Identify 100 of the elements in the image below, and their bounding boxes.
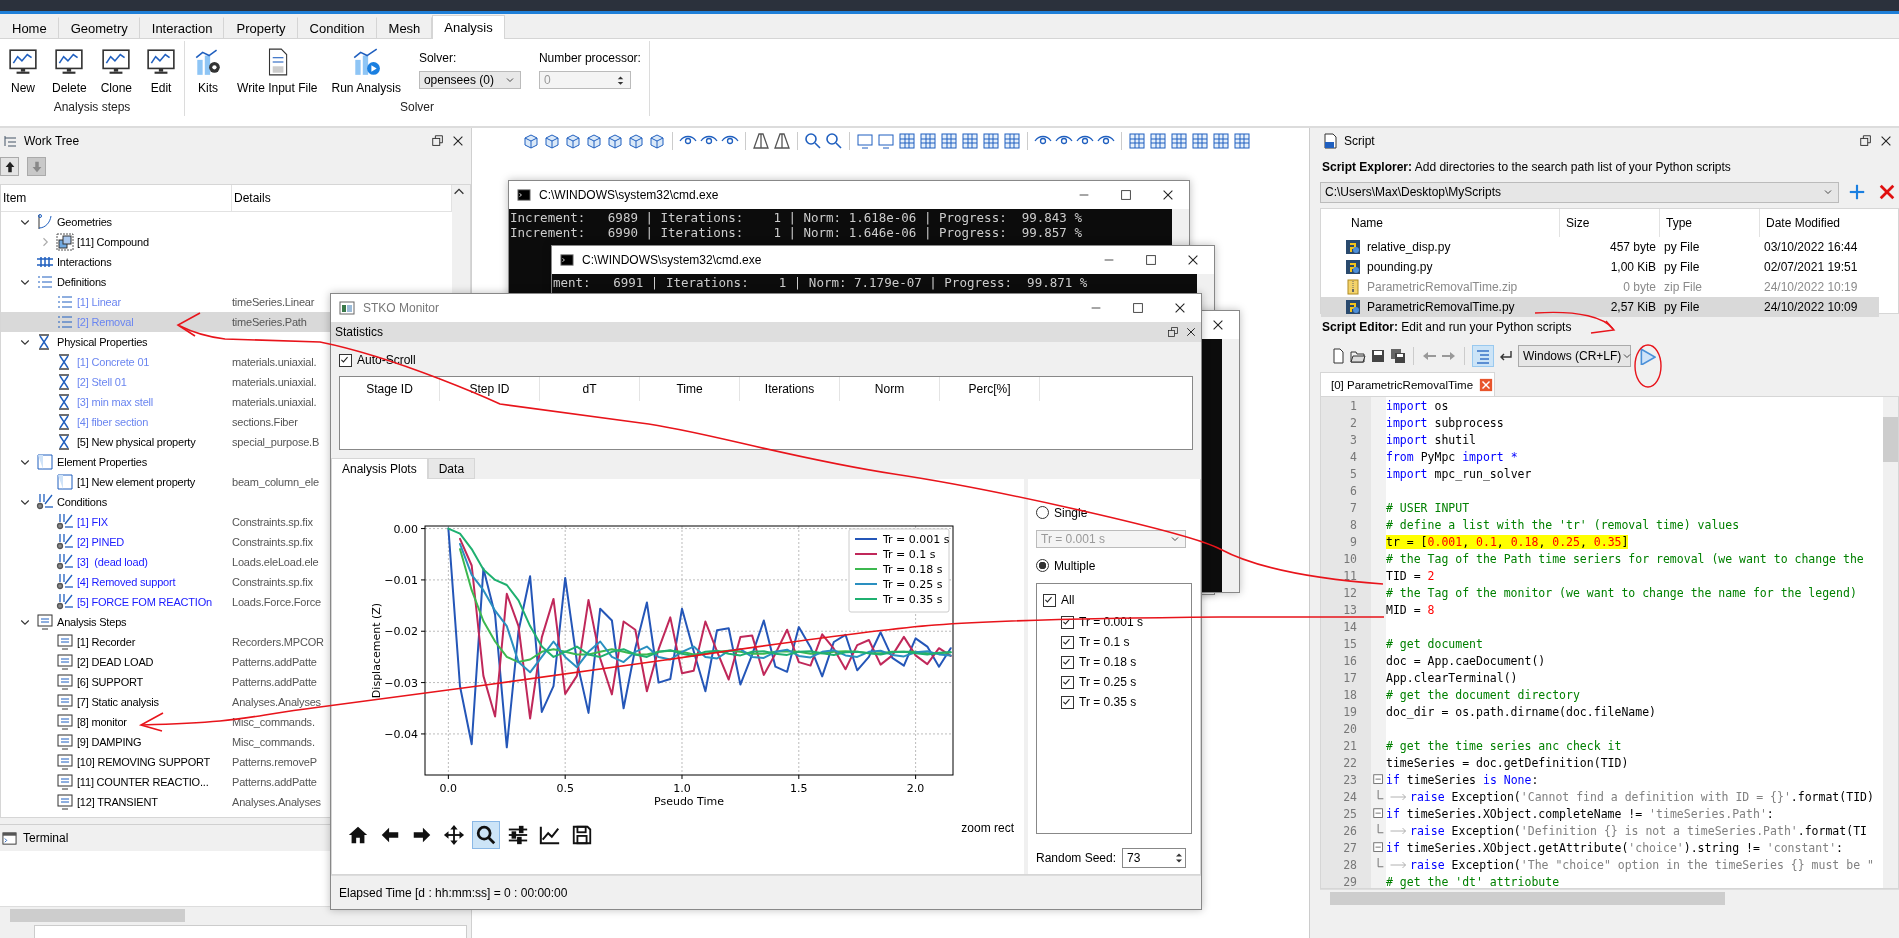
tree-item-label: [1] Concrete 01: [77, 356, 150, 368]
window-title: C:\WINDOWS\system32\cmd.exe: [539, 188, 720, 202]
tree-item-label: [10] REMOVING SUPPORT: [77, 756, 211, 768]
line-number: 25: [1342, 805, 1358, 822]
checkbox-label: Tr = 0.35 s: [1079, 695, 1137, 710]
tree-item-details: materials.uniaxial.: [232, 396, 317, 408]
tree-item-details: Constraints.sp.fix: [232, 536, 313, 548]
tree-item-label: Physical Properties: [57, 336, 148, 348]
line-number: 23: [1342, 771, 1358, 788]
line-number: 24: [1342, 788, 1358, 805]
console-line: Increment: 6990 | Iterations: 1 | Norm: 1.646e-06 | Progress: 99.857 %: [510, 225, 1083, 240]
tree-item-label: [5] FORCE FOM REACTIOn: [77, 596, 212, 608]
tree-item-label: [11] COUNTER REACTIO...: [77, 776, 209, 788]
tree-item-details: sections.Fiber: [232, 416, 298, 428]
file-size: 2,57 KiB: [1609, 300, 1657, 314]
line-number: 8: [1349, 516, 1358, 533]
tree-item-details: beam_column_ele: [232, 476, 319, 488]
field-label: Random Seed:: [1036, 851, 1117, 865]
code-line: from PyMpc import *: [1386, 449, 1518, 464]
tree-item-label: [3] (dead load): [77, 556, 148, 568]
checkbox-label: Tr = 0.25 s: [1079, 675, 1137, 690]
file-size: 0 byte: [1622, 280, 1657, 294]
x-tick-label: 0.5: [556, 782, 574, 795]
tree-item-label: Element Properties: [57, 456, 147, 468]
code-line: TID = 2: [1386, 568, 1435, 583]
console-line: ment: 6991 | Iterations: 1 | Norm: 7.179e-07 | Progress: 99.871 %: [553, 275, 1089, 290]
tree-item-label: Definitions: [57, 276, 107, 288]
ribbon-group-label: Solver: [400, 100, 434, 114]
code-line: import mpc_run_solver: [1386, 466, 1532, 481]
tree-item-label: [2] PINED: [77, 536, 125, 548]
code-line: # the Tag of the monitor (we want to change the name for the legend): [1386, 585, 1857, 600]
checkbox-label: Tr = 0.18 s: [1079, 655, 1137, 670]
file-size: 457 byte: [1608, 240, 1657, 254]
line-number: 14: [1342, 618, 1358, 635]
tree-item-label: [1] New element property: [77, 476, 196, 488]
tree-item-label: [8] monitor: [77, 716, 127, 728]
file-size: 1,00 KiB: [1609, 260, 1657, 274]
tree-item-label: Geometries: [57, 216, 112, 228]
code-line: # get the 'dt' attriobute: [1386, 874, 1560, 889]
line-number: 17: [1342, 669, 1358, 686]
code-line: # the Tag of the Path time seriers for removal (we want to change the: [1386, 551, 1864, 566]
line-number: 22: [1342, 754, 1358, 771]
code-line: import shutil: [1386, 432, 1476, 447]
tree-item-details: materials.uniaxial.: [232, 376, 317, 388]
tree-item-details: Loads.Force.Force: [232, 596, 321, 608]
panel-title: Script: [1344, 134, 1375, 148]
tree-item-label: [4] fiber section: [77, 416, 149, 428]
tree-item-label: [6] SUPPORT: [77, 676, 144, 688]
section-label: Script Editor: Edit and run your Python scripts: [1321, 319, 1573, 336]
panel-title: Work Tree: [24, 134, 80, 148]
line-number: 18: [1342, 686, 1358, 703]
file-name: ParametricRemovalTime.zip: [1367, 280, 1518, 294]
radio-label: Single: [1054, 505, 1088, 520]
legend-label: Tr = 0.001 s: [883, 533, 950, 546]
legend-label: Tr = 0.25 s: [883, 578, 943, 591]
line-number: 21: [1342, 737, 1358, 754]
tree-item-label: Interactions: [57, 256, 112, 268]
tree-item-details: Patterns.addPatte: [232, 676, 317, 688]
y-tick-label: −0.03: [384, 676, 418, 690]
file-type: py File: [1663, 260, 1701, 274]
line-number: 1: [1349, 397, 1358, 414]
line-number: 20: [1342, 720, 1358, 737]
console-line: Increment: 6989 | Iterations: 1 | Norm: 1.618e-06 | Progress: 99.843 %: [510, 210, 1083, 225]
file-name: pounding.py: [1367, 260, 1433, 274]
field-label: Solver:: [418, 51, 458, 65]
tree-item-label: Analysis Steps: [57, 616, 127, 628]
code-line: if timeSeries is None:: [1386, 772, 1539, 787]
tree-item-label: [3] min max stell: [77, 396, 154, 408]
file-date: 24/10/2022 10:09: [1763, 300, 1859, 314]
code-line: # get document: [1386, 636, 1483, 651]
code-line: # define a list with the 'tr' (removal time) values: [1386, 517, 1740, 532]
y-tick-label: −0.02: [384, 625, 418, 639]
tree-item-label: [2] Removal: [77, 316, 134, 328]
legend-label: Tr = 0.35 s: [883, 593, 943, 606]
code-line: # USER INPUT: [1386, 500, 1470, 515]
tree-item-label: [1] Recorder: [77, 636, 136, 648]
tree-item-label: [5] New physical property: [77, 436, 196, 448]
checkbox-label: Tr = 0.1 s: [1079, 635, 1130, 650]
line-number: 3: [1349, 431, 1358, 448]
code-line: doc_dir = os.path.dirname(doc.fileName): [1386, 704, 1657, 719]
x-tick-label: 0.0: [439, 782, 458, 795]
tree-item-details: Misc_commands.: [232, 716, 315, 728]
y-axis-label: Displacement (Z): [370, 602, 383, 699]
line-number: 12: [1342, 584, 1358, 601]
tree-item-details: Patterns.addPatte: [232, 776, 317, 788]
line-number: 10: [1342, 550, 1358, 567]
tree-item-details: materials.uniaxial.: [232, 356, 317, 368]
x-axis-label: Pseudo Time: [654, 795, 724, 808]
code-line: raise Exception('Definition {} is not a timeSeries.Path'.format(TI: [1410, 823, 1867, 838]
line-number: 7: [1349, 499, 1358, 516]
tree-item-details: Misc_commands.: [232, 736, 315, 748]
y-tick-label: −0.01: [384, 573, 418, 587]
code-line: raise Exception('The "choice" option in the timeSeries {} must be ": [1410, 857, 1874, 872]
line-number: 4: [1349, 448, 1358, 465]
section-label: Script Explorer: Add directories to the search path list of your Python scripts: [1321, 159, 1732, 176]
line-number: 28: [1342, 856, 1358, 873]
line-number: 26: [1342, 822, 1358, 839]
code-line: raise Exception('Cannot find a definition with ID = {}'.format(TID): [1410, 789, 1874, 804]
ribbon-group-label: Analysis steps: [53, 100, 131, 114]
file-name: ParametricRemovalTime.py: [1367, 300, 1515, 314]
